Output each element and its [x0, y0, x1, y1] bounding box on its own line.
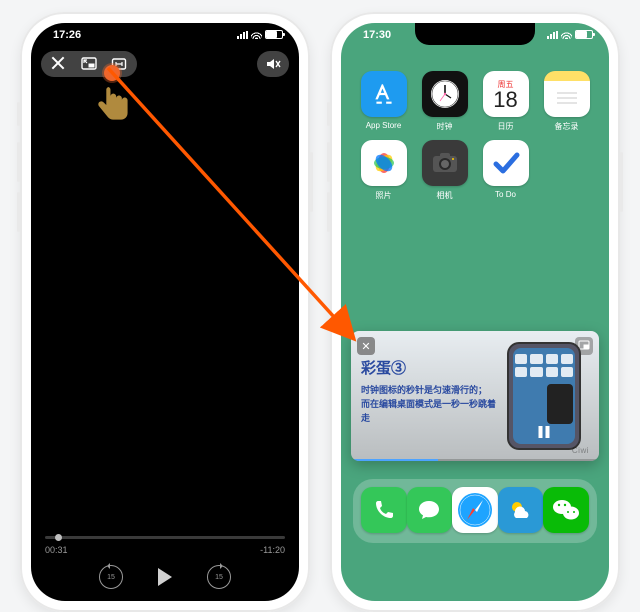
- pip-content: 彩蛋③ 时钟图标的秒针是匀速滑行的； 而在编辑桌面模式是一秒一秒跳着走: [361, 339, 499, 453]
- cellular-icon: [237, 31, 248, 39]
- speaker-muted-icon: [265, 56, 281, 72]
- clock-icon: [422, 71, 468, 117]
- hand-pointer-icon: [93, 83, 131, 129]
- app-label: 日历: [477, 121, 534, 132]
- app-label: 相机: [416, 190, 473, 201]
- app-notes[interactable]: 备忘录: [538, 71, 595, 132]
- pip-title: 彩蛋③: [361, 357, 499, 378]
- pip-progress[interactable]: [351, 459, 599, 461]
- time-elapsed: 00:31: [45, 545, 68, 555]
- play-button[interactable]: [153, 565, 177, 589]
- appstore-icon: [361, 71, 407, 117]
- progress-bar[interactable]: [45, 536, 285, 539]
- app-label: To Do: [477, 190, 534, 199]
- todo-icon: [483, 140, 529, 186]
- app-label: 备忘录: [538, 121, 595, 132]
- app-todo[interactable]: To Do: [477, 140, 534, 201]
- home-screen: 17:30 App Store 时钟 周五 18: [341, 23, 609, 601]
- pip-line2: 而在编辑桌面模式是一秒一秒跳着走: [361, 398, 499, 426]
- empty-slot: [538, 140, 595, 201]
- skip-back-button[interactable]: 15: [99, 565, 123, 589]
- close-icon[interactable]: [51, 56, 67, 72]
- wifi-icon: [561, 31, 572, 39]
- app-photos[interactable]: 照片: [355, 140, 412, 201]
- app-label: 时钟: [416, 121, 473, 132]
- pip-window[interactable]: ✕ 彩蛋③ 时钟图标的秒针是匀速滑行的； 而在编辑桌面模式是一秒一秒跳着走 Ci…: [351, 331, 599, 461]
- dock-wechat[interactable]: [543, 487, 589, 533]
- battery-icon: [265, 30, 283, 39]
- pip-brand: Ciwi: [572, 446, 589, 455]
- pip-close-button[interactable]: ✕: [357, 337, 375, 355]
- photos-icon: [361, 140, 407, 186]
- pip-thumbnail: [507, 342, 589, 450]
- camera-icon: [422, 140, 468, 186]
- battery-icon: [575, 30, 593, 39]
- tap-point-icon: [104, 65, 120, 81]
- time-remaining: -11:20: [260, 545, 285, 555]
- app-label: App Store: [355, 121, 412, 130]
- notes-icon: [544, 71, 590, 117]
- play-icon: [158, 568, 172, 586]
- app-clock[interactable]: 时钟: [416, 71, 473, 132]
- video-top-controls: [41, 51, 289, 77]
- dock-phone[interactable]: [361, 487, 407, 533]
- skip-forward-button[interactable]: 15: [207, 565, 231, 589]
- pause-icon: [539, 426, 550, 438]
- video-player-screen: 17:26: [31, 23, 299, 601]
- touch-indicator: [87, 65, 137, 129]
- app-camera[interactable]: 相机: [416, 140, 473, 201]
- calendar-day: 18: [493, 89, 517, 111]
- status-time: 17:26: [53, 29, 81, 41]
- notch: [105, 23, 225, 45]
- phone-left: 17:26: [20, 12, 310, 612]
- wifi-icon: [251, 31, 262, 39]
- dock-safari[interactable]: [452, 487, 498, 533]
- dock-weather[interactable]: [498, 487, 544, 533]
- dock-messages[interactable]: [407, 487, 453, 533]
- app-appstore[interactable]: App Store: [355, 71, 412, 132]
- app-grid: App Store 时钟 周五 18 日历 备忘录: [341, 63, 609, 201]
- calendar-icon: 周五 18: [483, 71, 529, 117]
- dock: [353, 479, 597, 543]
- status-time: 17:30: [363, 29, 391, 41]
- pip-line1: 时钟图标的秒针是匀速滑行的；: [361, 384, 499, 398]
- phone-right: 17:30 App Store 时钟 周五 18: [330, 12, 620, 612]
- app-calendar[interactable]: 周五 18 日历: [477, 71, 534, 132]
- cellular-icon: [547, 31, 558, 39]
- mute-button[interactable]: [257, 51, 289, 77]
- app-label: 照片: [355, 190, 412, 201]
- notch: [415, 23, 535, 45]
